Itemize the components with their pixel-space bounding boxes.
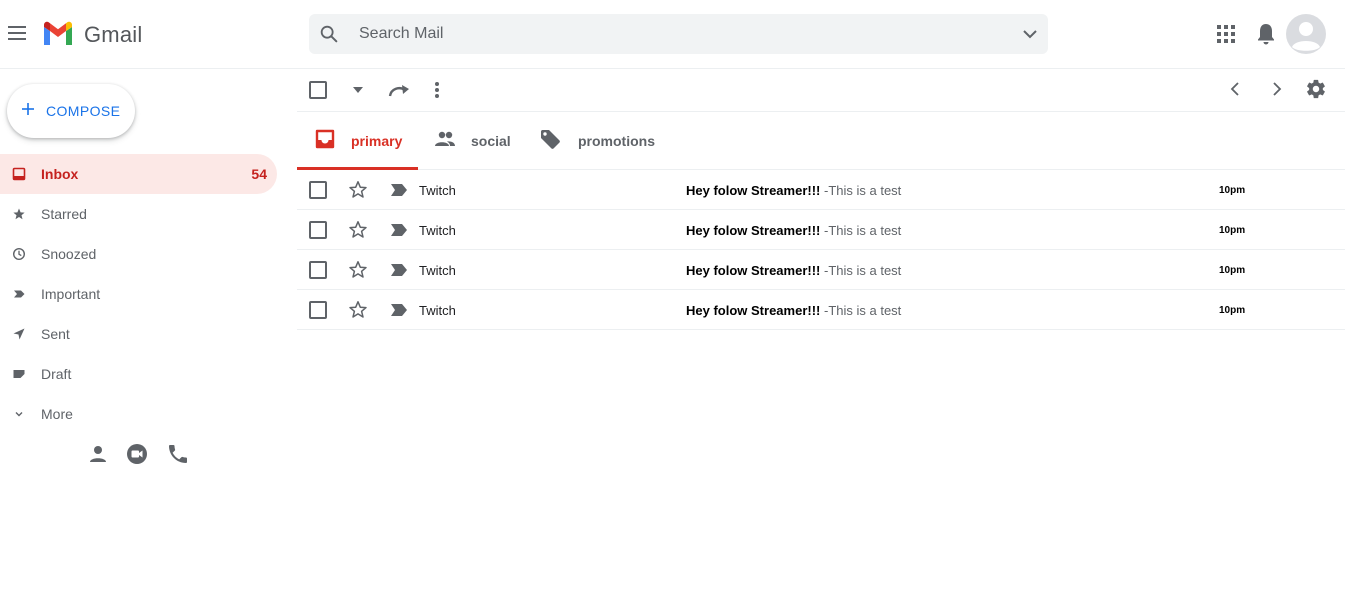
clock-icon: [12, 247, 26, 261]
important-marker-icon[interactable]: [390, 183, 408, 197]
people-icon: [435, 131, 455, 146]
tab-label: primary: [351, 133, 403, 149]
sidebar-item-draft[interactable]: Draft: [0, 354, 277, 394]
menu-icon[interactable]: [6, 22, 28, 44]
email-time: 10pm: [1219, 305, 1246, 316]
email-snippet: -This is a test: [824, 183, 902, 198]
avatar[interactable]: [1286, 14, 1326, 54]
sidebar-item-starred[interactable]: Starred: [0, 194, 277, 234]
star-icon: [13, 208, 25, 220]
email-subject: Hey folow Streamer!!!: [686, 223, 821, 238]
sidebar-item-label: Sent: [41, 326, 70, 342]
chevron-down-icon: [15, 412, 23, 417]
important-marker-icon[interactable]: [390, 263, 408, 277]
next-page-icon[interactable]: [1268, 81, 1284, 97]
row-checkbox[interactable]: [309, 221, 327, 239]
star-icon[interactable]: [348, 220, 368, 240]
sidebar-item-label: Snoozed: [41, 246, 97, 262]
send-icon: [13, 328, 25, 340]
unread-count-badge: 54: [251, 166, 267, 182]
tab-primary[interactable]: primary: [297, 112, 418, 170]
tab-social[interactable]: social: [418, 112, 525, 169]
sender-name: Twitch: [419, 263, 456, 278]
select-dropdown-icon[interactable]: [352, 86, 364, 94]
sender-name: Twitch: [419, 183, 456, 198]
tab-label: social: [471, 133, 511, 149]
brand-name: Gmail: [84, 22, 143, 47]
prev-page-icon[interactable]: [1228, 81, 1244, 97]
sidebar-item-snoozed[interactable]: Snoozed: [0, 234, 277, 274]
sidebar-item-more[interactable]: More: [0, 394, 277, 434]
tab-promotions[interactable]: promotions: [525, 112, 675, 169]
search-icon[interactable]: [318, 23, 340, 45]
notifications-bell-icon[interactable]: [1255, 22, 1277, 46]
table-row[interactable]: Twitch Hey folow Streamer!!! -This is a te…: [297, 210, 1345, 250]
inbox-tab-icon: [315, 129, 335, 149]
row-checkbox[interactable]: [309, 261, 327, 279]
phone-icon[interactable]: [166, 442, 190, 466]
sidebar-item-label: Important: [41, 286, 101, 302]
gmail-logo-icon[interactable]: [42, 20, 74, 46]
email-time: 10pm: [1219, 225, 1246, 236]
person-icon[interactable]: [86, 442, 110, 466]
important-marker-icon[interactable]: [390, 303, 408, 317]
account-circle-icon: [1292, 22, 1320, 51]
category-tabs: primary social promotions: [297, 112, 1345, 170]
top-header: Gmail: [0, 0, 1345, 69]
table-row[interactable]: Twitch Hey folow Streamer!!! -This is a te…: [297, 290, 1345, 330]
more-vert-icon[interactable]: [433, 80, 441, 100]
email-subject: Hey folow Streamer!!!: [686, 263, 821, 278]
sidebar-bottom-actions: [86, 442, 196, 466]
tag-icon: [541, 130, 560, 149]
sidebar-item-label: Inbox: [41, 166, 79, 182]
table-row[interactable]: Twitch Hey folow Streamer!!! -This is a te…: [297, 170, 1345, 210]
sidebar-item-label: Starred: [41, 206, 87, 222]
sidebar-item-sent[interactable]: Sent: [0, 314, 277, 354]
table-row[interactable]: Twitch Hey folow Streamer!!! -This is a te…: [297, 250, 1345, 290]
email-snippet: -This is a test: [824, 263, 902, 278]
email-snippet: -This is a test: [824, 303, 902, 318]
star-icon[interactable]: [348, 260, 368, 280]
select-all-checkbox[interactable]: [309, 81, 327, 99]
sidebar-item-label: Draft: [41, 366, 72, 382]
sidebar-item-important[interactable]: Important: [0, 274, 277, 314]
plus-icon: [22, 103, 34, 115]
tab-label: promotions: [578, 133, 655, 149]
refresh-icon[interactable]: [387, 81, 411, 101]
sender-name: Twitch: [419, 303, 456, 318]
sidebar-item-label: More: [41, 406, 73, 422]
mail-list: Twitch Hey folow Streamer!!! -This is a te…: [297, 170, 1345, 330]
search-options-chevron-icon[interactable]: [1022, 26, 1038, 42]
settings-icon[interactable]: [1305, 78, 1327, 100]
sidebar-nav: Inbox 54 Starred Snoozed Important Sent …: [0, 154, 278, 434]
apps-grid-icon[interactable]: [1216, 24, 1236, 44]
star-icon[interactable]: [348, 180, 368, 200]
sender-name: Twitch: [419, 223, 456, 238]
email-snippet: -This is a test: [824, 223, 902, 238]
compose-button[interactable]: COMPOSE: [7, 84, 135, 138]
sidebar-item-inbox[interactable]: Inbox 54: [0, 154, 277, 194]
draft-icon: [13, 370, 25, 378]
search-input[interactable]: [359, 22, 959, 46]
inbox-icon: [12, 167, 26, 181]
email-time: 10pm: [1219, 185, 1246, 196]
email-subject: Hey folow Streamer!!!: [686, 303, 821, 318]
mail-toolbar: [297, 69, 1345, 112]
important-marker-icon[interactable]: [390, 223, 408, 237]
row-checkbox[interactable]: [309, 181, 327, 199]
email-time: 10pm: [1219, 265, 1246, 276]
compose-label: COMPOSE: [46, 103, 121, 119]
video-icon[interactable]: [125, 442, 149, 466]
important-icon: [14, 290, 25, 298]
star-icon[interactable]: [348, 300, 368, 320]
search-bar[interactable]: [309, 14, 1048, 54]
email-subject: Hey folow Streamer!!!: [686, 183, 821, 198]
row-checkbox[interactable]: [309, 301, 327, 319]
